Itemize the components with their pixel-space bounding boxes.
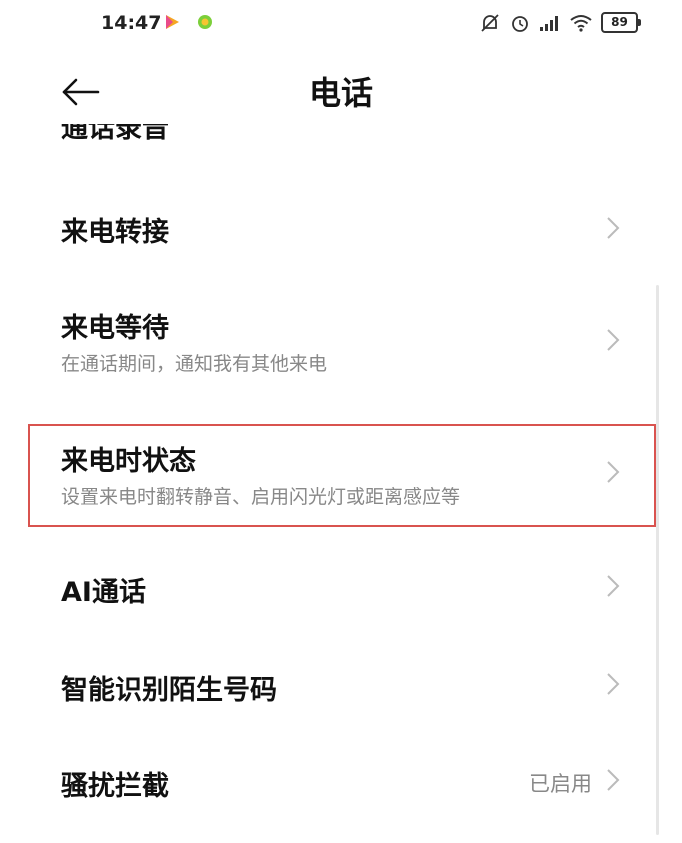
alarm-icon (512, 15, 528, 32)
chevron-right-icon (607, 461, 620, 483)
wifi-icon (570, 14, 592, 32)
signal-icon (540, 15, 558, 31)
chevron-right-icon (607, 673, 620, 695)
list-item-call-waiting[interactable]: 来电等待 在通话期间，通知我有其他来电 (0, 294, 682, 384)
header: 电话 (0, 60, 682, 124)
list-item-title: 来电转接 (61, 217, 169, 248)
list-item-subtitle: 设置来电时翻转静音、启用闪光灯或距离感应等 (61, 486, 461, 508)
page-title: 电话 (308, 74, 373, 112)
list-item-title: 来电时状态 (61, 446, 196, 477)
list-item-call-recording[interactable]: 通话录音 (0, 124, 682, 154)
status-time: 14:47 (101, 12, 162, 34)
list-item-smart-caller-id[interactable]: 智能识别陌生号码 (0, 652, 682, 722)
scrollbar[interactable] (656, 285, 659, 835)
list-item-spam-blocking[interactable]: 骚扰拦截 已启用 (0, 748, 682, 818)
list-item-title: 智能识别陌生号码 (61, 675, 277, 706)
muted-icon (481, 13, 499, 32)
list-item-title: 骚扰拦截 (61, 771, 169, 802)
list-item-subtitle: 在通话期间，通知我有其他来电 (61, 353, 328, 375)
chevron-right-icon (607, 575, 620, 597)
status-bar: 14:47 89 (0, 0, 682, 46)
list-item-title: 通话录音 (61, 124, 169, 144)
battery-icon: 89 (601, 12, 641, 33)
browser-icon (198, 15, 212, 29)
chevron-right-icon (607, 217, 620, 239)
chevron-right-icon (607, 329, 620, 351)
chevron-right-icon (607, 769, 620, 791)
list-item-incoming-call-state[interactable]: 来电时状态 设置来电时翻转静音、启用闪光灯或距离感应等 (0, 424, 682, 527)
list-item-call-forwarding[interactable]: 来电转接 (0, 194, 682, 264)
list-item-title: AI通话 (61, 577, 146, 608)
settings-list: 通话录音 来电转接 来电等待 在通话期间，通知我有其他来电 来电时状态 设置来电… (0, 124, 682, 843)
list-item-ai-call[interactable]: AI通话 (0, 554, 682, 624)
list-item-value: 已启用 (529, 772, 592, 796)
play-store-icon (166, 15, 179, 29)
list-item-title: 来电等待 (61, 313, 169, 344)
